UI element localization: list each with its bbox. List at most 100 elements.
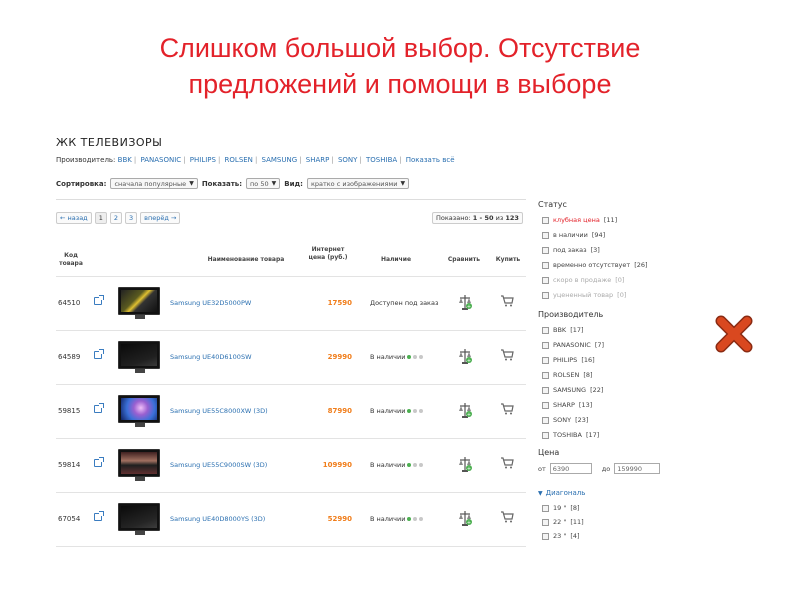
- product-name-link[interactable]: Samsung UE40D8000YS (3D): [170, 515, 265, 523]
- page-2-button[interactable]: 2: [109, 212, 122, 224]
- product-name-link[interactable]: Samsung UE32D5000PW: [170, 299, 251, 307]
- filter-option[interactable]: клубная цена [11]: [542, 216, 617, 224]
- price-to-input[interactable]: 159990: [614, 463, 661, 474]
- svg-text:+: +: [467, 520, 471, 526]
- filter-checkbox[interactable]: [542, 371, 549, 379]
- filter-checkbox[interactable]: [542, 431, 549, 439]
- filter-option[interactable]: под заказ [3]: [542, 246, 600, 254]
- view-select[interactable]: кратко с изображениями ▼: [306, 178, 410, 189]
- diagonal-filter-title[interactable]: ▼ Диагональ: [538, 489, 585, 497]
- scale-compare-icon[interactable]: +: [458, 401, 472, 419]
- filter-checkbox[interactable]: [542, 326, 549, 334]
- filter-option-label: BBK: [553, 326, 567, 334]
- filter-option[interactable]: SONY [23]: [542, 416, 588, 424]
- cart-icon[interactable]: [500, 349, 514, 361]
- page-1-button[interactable]: 1: [94, 212, 107, 224]
- filter-option-count: [16]: [581, 356, 595, 364]
- product-image[interactable]: [118, 449, 160, 481]
- maker-label: Производитель:: [56, 156, 116, 164]
- filter-checkbox[interactable]: [542, 401, 549, 409]
- price-from-input[interactable]: 6390: [549, 463, 592, 474]
- maker-link-samsung[interactable]: SAMSUNG: [262, 156, 298, 164]
- cart-icon[interactable]: [500, 403, 514, 415]
- filter-option[interactable]: в наличии [94]: [542, 231, 605, 239]
- filter-checkbox[interactable]: [542, 356, 549, 364]
- filter-option[interactable]: уцененный товар [0]: [542, 291, 626, 299]
- maker-link-sharp[interactable]: SHARP: [306, 156, 330, 164]
- filter-option-label: под заказ: [553, 246, 587, 254]
- filter-option-label: 22 ": [553, 518, 567, 526]
- filter-option-label: SONY: [553, 416, 572, 424]
- scale-compare-icon[interactable]: +: [458, 347, 472, 365]
- maker-link-sony[interactable]: SONY: [338, 156, 357, 164]
- filter-checkbox[interactable]: [542, 231, 549, 239]
- filter-checkbox[interactable]: [542, 276, 549, 284]
- maker-link-philips[interactable]: PHILIPS: [190, 156, 216, 164]
- product-image[interactable]: [118, 341, 160, 373]
- filter-option[interactable]: TOSHIBA [17]: [542, 431, 599, 439]
- table-row: 67054 Samsung UE40D8000YS (3D) 52990 В нали…: [56, 492, 526, 544]
- filter-checkbox[interactable]: [542, 291, 549, 299]
- filter-option[interactable]: SHARP [13]: [542, 401, 592, 409]
- filter-checkbox[interactable]: [542, 416, 549, 424]
- scale-compare-icon[interactable]: +: [458, 455, 472, 473]
- maker-link-toshiba[interactable]: TOSHIBA: [366, 156, 397, 164]
- table-row: 64589 Samsung UE40D6100SW 29990 В наличии +: [56, 330, 526, 382]
- quick-view-icon[interactable]: [94, 349, 104, 359]
- filter-checkbox[interactable]: [542, 261, 549, 269]
- scale-compare-icon[interactable]: +: [458, 509, 472, 527]
- filter-checkbox[interactable]: [542, 518, 549, 526]
- prev-page-button[interactable]: ← назад: [56, 212, 92, 224]
- filter-option[interactable]: ROLSEN [8]: [542, 371, 593, 379]
- filter-option[interactable]: PHILIPS [16]: [542, 356, 595, 364]
- price-from-label: от: [538, 464, 546, 473]
- maker-link-rolsen[interactable]: ROLSEN: [225, 156, 253, 164]
- filter-checkbox[interactable]: [542, 386, 549, 394]
- maker-link-panasonic[interactable]: PANASONIC: [140, 156, 181, 164]
- filter-option[interactable]: 22 " [11]: [542, 518, 584, 526]
- filter-option[interactable]: временно отсутствует [26]: [542, 261, 648, 269]
- availability: В наличии: [370, 353, 424, 361]
- filter-option-label: временно отсутствует: [553, 261, 631, 269]
- filter-option[interactable]: скоро в продаже [0]: [542, 276, 624, 284]
- price-filter-title: Цена: [538, 448, 560, 457]
- filter-option[interactable]: BBK [17]: [542, 326, 584, 334]
- product-image[interactable]: [118, 287, 160, 319]
- maker-link-bbk[interactable]: BBK: [118, 156, 132, 164]
- scale-compare-icon[interactable]: +: [458, 293, 472, 311]
- filter-checkbox[interactable]: [542, 504, 549, 512]
- filter-option[interactable]: 23 " [4]: [542, 532, 580, 540]
- quick-view-icon[interactable]: [94, 511, 104, 521]
- filter-checkbox[interactable]: [542, 341, 549, 349]
- filter-option-count: [11]: [570, 518, 584, 526]
- quick-view-icon[interactable]: [94, 403, 104, 413]
- page-3-button[interactable]: 3: [124, 212, 138, 224]
- stock-dot-green: [407, 463, 412, 467]
- filter-option-count: [26]: [634, 261, 648, 269]
- product-image[interactable]: [118, 395, 160, 427]
- per-page-select[interactable]: по 50 ▼: [246, 178, 281, 189]
- shown-total: 123: [505, 214, 519, 222]
- filter-checkbox[interactable]: [542, 532, 549, 540]
- filter-option[interactable]: 19 " [8]: [542, 504, 580, 512]
- product-name-link[interactable]: Samsung UE55C8000XW (3D): [170, 407, 268, 415]
- cart-icon[interactable]: [500, 511, 514, 523]
- filter-checkbox[interactable]: [542, 216, 549, 224]
- show-all-link[interactable]: Показать всё: [406, 156, 455, 164]
- table-header: Код товара Наименование товара Интернет …: [56, 246, 526, 276]
- filter-option[interactable]: PANASONIC [7]: [542, 341, 604, 349]
- filter-option[interactable]: SAMSUNG [22]: [542, 386, 603, 394]
- filter-option-label: PANASONIC: [553, 341, 591, 349]
- quick-view-icon[interactable]: [94, 457, 104, 467]
- filter-option-count: [11]: [603, 216, 618, 224]
- filter-checkbox[interactable]: [542, 246, 549, 254]
- product-name-link[interactable]: Samsung UE55C9000SW (3D): [170, 461, 267, 469]
- product-image[interactable]: [118, 503, 160, 535]
- filter-option-count: [8]: [583, 371, 593, 379]
- sort-select[interactable]: сначала популярные ▼: [110, 178, 198, 189]
- quick-view-icon[interactable]: [94, 295, 104, 305]
- cart-icon[interactable]: [500, 295, 514, 307]
- product-name-link[interactable]: Samsung UE40D6100SW: [170, 353, 252, 361]
- cart-icon[interactable]: [500, 457, 514, 469]
- next-page-button[interactable]: вперёд →: [140, 212, 181, 224]
